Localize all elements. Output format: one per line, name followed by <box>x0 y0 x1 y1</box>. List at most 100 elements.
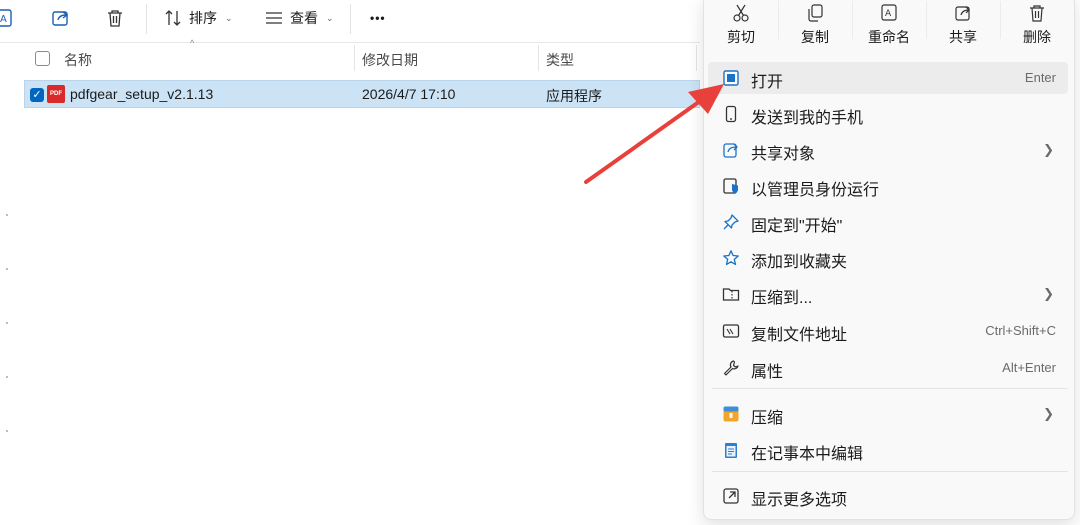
sort-button[interactable]: 排序 ⌄ <box>163 4 233 32</box>
star-icon <box>723 250 739 266</box>
more-options-icon <box>723 488 739 504</box>
quick-actions-bar: 剪切 复制 A 重命名 共享 删除 <box>704 0 1076 55</box>
copy-icon <box>808 4 823 22</box>
delete-toolbar-button[interactable] <box>104 4 126 32</box>
toolbar-divider <box>146 4 147 34</box>
menu-item-label: 共享对象 <box>751 146 816 163</box>
chevron-down-icon: ⌄ <box>326 12 334 23</box>
rename-toolbar-button[interactable]: A <box>0 4 16 32</box>
nav-pane-edge <box>6 268 8 270</box>
delete-label: 删除 <box>1023 29 1051 45</box>
column-divider[interactable] <box>354 45 355 71</box>
svg-text:A: A <box>885 9 892 19</box>
type-column-header[interactable]: 类型 <box>546 50 574 70</box>
view-button[interactable]: 查看 ⌄ <box>264 4 334 32</box>
quick-divider <box>1000 1 1001 39</box>
toolbar-divider-line <box>0 42 700 43</box>
menu-separator <box>712 471 1068 472</box>
menu-item-label: 压缩 <box>751 410 784 427</box>
copy-button[interactable]: 复制 <box>778 0 852 55</box>
toolbar-divider <box>350 4 351 34</box>
notepad-icon <box>725 443 737 458</box>
wrench-icon <box>723 360 739 376</box>
copy-path-icon <box>722 324 740 338</box>
menu-item-shortcut: Alt+Enter <box>1002 360 1056 375</box>
menu-item-copy-as-path[interactable]: 复制文件地址 Ctrl+Shift+C <box>708 315 1068 347</box>
menu-item-properties[interactable]: 属性 Alt+Enter <box>708 352 1068 384</box>
quick-divider <box>778 1 779 39</box>
menu-item-label: 固定到"开始" <box>751 218 843 235</box>
menu-separator <box>712 388 1068 389</box>
cut-label: 剪切 <box>727 29 755 45</box>
delete-icon <box>1030 5 1044 22</box>
menu-item-label: 属性 <box>751 364 784 381</box>
quick-divider <box>926 1 927 39</box>
quick-divider <box>852 1 853 39</box>
sort-ascending-icon: ^ <box>190 38 195 48</box>
context-menu: 剪切 复制 A 重命名 共享 删除 打开 Enter 发送到我的手机 共享对象 … <box>703 0 1075 520</box>
chevron-right-icon: ❯ <box>1043 286 1054 301</box>
nav-pane-edge <box>6 322 8 324</box>
scissors-icon <box>733 4 749 22</box>
delete-icon <box>108 10 122 27</box>
more-icon: ••• <box>370 11 386 25</box>
delete-button[interactable]: 删除 <box>1000 0 1074 55</box>
menu-item-send-to-phone[interactable]: 发送到我的手机 <box>708 98 1068 130</box>
rename-icon: A <box>0 9 12 27</box>
row-checkbox-checked[interactable]: ✓ <box>30 88 44 102</box>
menu-item-label: 发送到我的手机 <box>751 110 864 127</box>
menu-item-label: 打开 <box>751 74 784 91</box>
zip-folder-icon <box>722 288 740 301</box>
date-column-header[interactable]: 修改日期 <box>362 50 418 70</box>
menu-item-shortcut: Enter <box>1024 70 1056 85</box>
annotation-arrow <box>584 84 724 184</box>
command-bar: A 排序 ⌄ 查看 ⌄ ••• <box>0 0 700 38</box>
sort-icon <box>165 10 181 26</box>
menu-item-show-more-options[interactable]: 显示更多选项 <box>708 480 1068 512</box>
file-modified-date: 2026/4/7 17:10 <box>362 86 456 102</box>
chevron-right-icon: ❯ <box>1043 406 1054 421</box>
column-header: ^ 名称 修改日期 类型 <box>0 38 700 73</box>
cut-button[interactable]: 剪切 <box>704 0 778 55</box>
rename-button[interactable]: A 重命名 <box>852 0 926 55</box>
share-toolbar-button[interactable] <box>50 4 72 32</box>
menu-item-compress-to[interactable]: 压缩到... ❯ <box>708 278 1068 310</box>
rename-icon: A <box>881 4 897 21</box>
chevron-right-icon: ❯ <box>1043 142 1054 157</box>
copy-label: 复制 <box>801 29 829 45</box>
pin-icon <box>723 214 739 230</box>
file-name: pdfgear_setup_v2.1.13 <box>70 86 214 102</box>
column-divider[interactable] <box>696 45 697 71</box>
sort-label: 排序 <box>189 10 217 26</box>
menu-item-label: 以管理员身份运行 <box>751 182 880 199</box>
menu-item-label: 显示更多选项 <box>751 492 848 509</box>
share-label: 共享 <box>949 29 977 45</box>
name-column-header[interactable]: 名称 <box>64 50 92 70</box>
pdfgear-app-icon: PDF <box>47 85 65 103</box>
menu-item-label: 复制文件地址 <box>751 327 848 344</box>
view-label: 查看 <box>290 10 318 26</box>
archive-icon <box>723 406 739 422</box>
menu-item-share-with[interactable]: 共享对象 ❯ <box>708 134 1068 166</box>
menu-item-pin-to-start[interactable]: 固定到"开始" <box>708 206 1068 238</box>
menu-item-edit-in-notepad[interactable]: 在记事本中编辑 <box>708 434 1068 466</box>
nav-pane-edge <box>6 430 8 432</box>
menu-item-add-to-favorites[interactable]: 添加到收藏夹 <box>708 242 1068 274</box>
share-button[interactable]: 共享 <box>926 0 1000 55</box>
menu-item-compress[interactable]: 压缩 ❯ <box>708 398 1068 430</box>
menu-item-open[interactable]: 打开 Enter <box>708 62 1068 94</box>
share-icon <box>52 11 69 26</box>
view-list-icon <box>266 12 282 24</box>
rename-label: 重命名 <box>868 29 910 45</box>
select-all-checkbox[interactable] <box>35 51 50 66</box>
more-options-button[interactable]: ••• <box>370 4 386 32</box>
menu-item-label: 添加到收藏夹 <box>751 254 848 271</box>
menu-item-label: 在记事本中编辑 <box>751 446 864 463</box>
nav-pane-edge <box>6 376 8 378</box>
menu-item-label: 压缩到... <box>751 290 813 307</box>
menu-item-run-as-admin[interactable]: 以管理员身份运行 <box>708 170 1068 202</box>
column-divider[interactable] <box>538 45 539 71</box>
share-icon <box>955 6 970 21</box>
menu-item-shortcut: Ctrl+Shift+C <box>985 323 1056 338</box>
chevron-down-icon: ⌄ <box>225 12 233 23</box>
